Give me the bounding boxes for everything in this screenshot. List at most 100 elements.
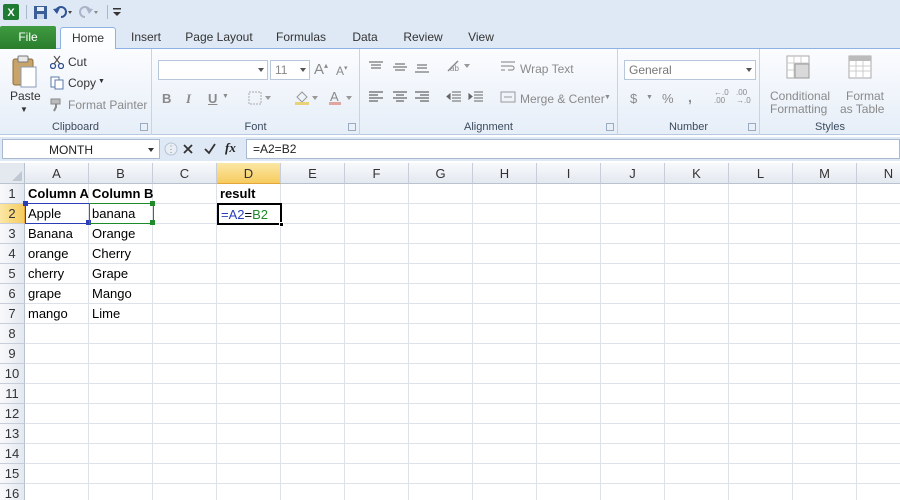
fill-handle[interactable] (279, 222, 284, 227)
cell-g11[interactable] (409, 384, 473, 404)
cell-i13[interactable] (537, 424, 601, 444)
cell-f9[interactable] (345, 344, 409, 364)
currency-button[interactable]: $ (630, 91, 637, 106)
cell-c8[interactable] (153, 324, 217, 344)
cell-j8[interactable] (601, 324, 665, 344)
cell-m14[interactable] (793, 444, 857, 464)
cell-b1[interactable]: Column B (89, 184, 153, 204)
cell-j11[interactable] (601, 384, 665, 404)
reference-handle-b2[interactable] (150, 220, 155, 225)
cell-b16[interactable] (89, 484, 153, 500)
cell-i7[interactable] (537, 304, 601, 324)
merge-dropdown-icon[interactable]: ▼ (604, 94, 611, 101)
cell-f12[interactable] (345, 404, 409, 424)
cell-m5[interactable] (793, 264, 857, 284)
cell-n5[interactable] (857, 264, 900, 284)
wrap-text-button[interactable]: Wrap Text (520, 62, 574, 76)
cell-k14[interactable] (665, 444, 729, 464)
cell-n7[interactable] (857, 304, 900, 324)
cell-g15[interactable] (409, 464, 473, 484)
underline-dropdown-icon[interactable]: ▼ (222, 93, 229, 100)
cell-b4[interactable]: Cherry (89, 244, 153, 264)
row-header-15[interactable]: 15 (0, 464, 25, 484)
column-header-c[interactable]: C (153, 163, 217, 184)
row-header-1[interactable]: 1 (0, 184, 25, 204)
cell-k13[interactable] (665, 424, 729, 444)
cell-i6[interactable] (537, 284, 601, 304)
cell-j7[interactable] (601, 304, 665, 324)
cell-k16[interactable] (665, 484, 729, 500)
cell-k7[interactable] (665, 304, 729, 324)
row-header-14[interactable]: 14 (0, 444, 25, 464)
cell-g1[interactable] (409, 184, 473, 204)
cell-a10[interactable] (25, 364, 89, 384)
cell-a3[interactable]: Banana (25, 224, 89, 244)
cell-l3[interactable] (729, 224, 793, 244)
name-box[interactable]: MONTH (2, 139, 160, 159)
column-header-l[interactable]: L (729, 163, 793, 184)
cell-g4[interactable] (409, 244, 473, 264)
cell-h10[interactable] (473, 364, 537, 384)
cell-d10[interactable] (217, 364, 281, 384)
row-header-13[interactable]: 13 (0, 424, 25, 444)
cell-l7[interactable] (729, 304, 793, 324)
cell-i4[interactable] (537, 244, 601, 264)
cell-a5[interactable]: cherry (25, 264, 89, 284)
cell-i11[interactable] (537, 384, 601, 404)
cell-j5[interactable] (601, 264, 665, 284)
conditional-formatting-icon[interactable] (786, 55, 814, 84)
cell-d8[interactable] (217, 324, 281, 344)
cell-m13[interactable] (793, 424, 857, 444)
cell-k5[interactable] (665, 264, 729, 284)
cell-n14[interactable] (857, 444, 900, 464)
cell-l16[interactable] (729, 484, 793, 500)
cell-i12[interactable] (537, 404, 601, 424)
row-header-6[interactable]: 6 (0, 284, 25, 304)
cell-n9[interactable] (857, 344, 900, 364)
cell-i14[interactable] (537, 444, 601, 464)
cell-a15[interactable] (25, 464, 89, 484)
cell-h16[interactable] (473, 484, 537, 500)
borders-icon[interactable] (248, 91, 274, 108)
cell-f15[interactable] (345, 464, 409, 484)
cell-b9[interactable] (89, 344, 153, 364)
formula-input[interactable]: =A2=B2 (246, 139, 900, 159)
cell-h2[interactable] (473, 204, 537, 224)
cell-m2[interactable] (793, 204, 857, 224)
cell-h7[interactable] (473, 304, 537, 324)
cell-c16[interactable] (153, 484, 217, 500)
tab-home[interactable]: Home (60, 27, 116, 50)
cell-i9[interactable] (537, 344, 601, 364)
cell-m7[interactable] (793, 304, 857, 324)
cell-b13[interactable] (89, 424, 153, 444)
conditional-formatting-line2[interactable]: Formatting (770, 102, 827, 116)
format-as-table-line1[interactable]: Format (846, 89, 884, 103)
cell-d1[interactable]: result (217, 184, 281, 204)
italic-button[interactable]: I (186, 91, 191, 107)
paste-label[interactable]: Paste (10, 89, 41, 103)
cell-e6[interactable] (281, 284, 345, 304)
cell-l10[interactable] (729, 364, 793, 384)
cell-e14[interactable] (281, 444, 345, 464)
cell-d5[interactable] (217, 264, 281, 284)
cell-j10[interactable] (601, 364, 665, 384)
column-header-k[interactable]: K (665, 163, 729, 184)
format-as-table-line2[interactable]: as Table (840, 102, 884, 116)
row-header-3[interactable]: 3 (0, 224, 25, 244)
cell-h11[interactable] (473, 384, 537, 404)
cell-d6[interactable] (217, 284, 281, 304)
clipboard-launcher-icon[interactable] (140, 123, 148, 131)
cell-m15[interactable] (793, 464, 857, 484)
cell-h8[interactable] (473, 324, 537, 344)
customize-qat-icon[interactable] (112, 2, 122, 22)
cell-b8[interactable] (89, 324, 153, 344)
redo-icon[interactable] (77, 2, 101, 22)
currency-dropdown-icon[interactable]: ▼ (646, 94, 653, 101)
cell-m9[interactable] (793, 344, 857, 364)
cell-n15[interactable] (857, 464, 900, 484)
format-as-table-icon[interactable] (848, 55, 876, 84)
cell-d16[interactable] (217, 484, 281, 500)
cell-b5[interactable]: Grape (89, 264, 153, 284)
cell-g16[interactable] (409, 484, 473, 500)
cell-m8[interactable] (793, 324, 857, 344)
